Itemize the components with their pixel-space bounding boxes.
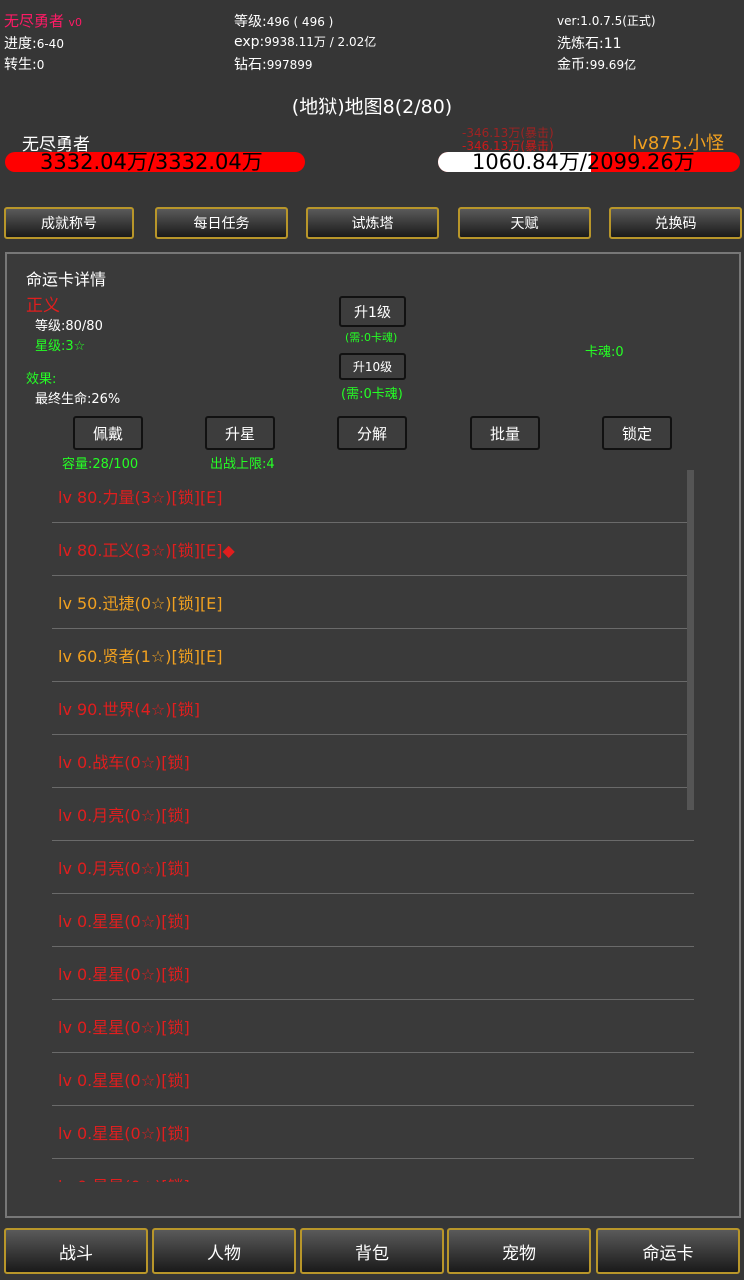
batch-button[interactable]: 批量 bbox=[470, 416, 540, 450]
card-list-item[interactable]: lv 0.月亮(0☆)[锁] bbox=[52, 788, 694, 841]
diamond-stat: 钻石:997899 bbox=[234, 54, 313, 74]
trial-tower-button[interactable]: 试炼塔 bbox=[306, 207, 439, 239]
card-list-item-label: lv 80.正义(3☆)[锁][E]◆ bbox=[58, 541, 235, 560]
exp-stat: exp:9938.11万 / 2.02亿 bbox=[234, 33, 376, 50]
card-list-item[interactable]: lv 80.正义(3☆)[锁][E]◆ bbox=[52, 523, 694, 576]
progress-stat: 进度:6-40 bbox=[4, 33, 64, 53]
card-list-item-label: lv 0.星星(0☆)[锁] bbox=[58, 1173, 190, 1182]
card-list-item-label: lv 50.迅捷(0☆)[锁][E] bbox=[58, 594, 223, 613]
enemy-hp-text: 1060.84万/2099.26万 bbox=[472, 150, 695, 174]
card-list-item-label: lv 0.战车(0☆)[锁] bbox=[58, 753, 190, 772]
list-scrollbar[interactable] bbox=[687, 470, 694, 810]
card-list-item-label: lv 0.月亮(0☆)[锁] bbox=[58, 806, 190, 825]
card-list-item[interactable]: lv 0.星星(0☆)[锁] bbox=[52, 1053, 694, 1106]
card-list-item-label: lv 0.星星(0☆)[锁] bbox=[58, 1071, 190, 1090]
card-list-item[interactable]: lv 50.迅捷(0☆)[锁][E] bbox=[52, 576, 694, 629]
card-soul: 卡魂:0 bbox=[585, 345, 624, 360]
diamond-value: 997899 bbox=[266, 58, 313, 72]
vip-badge: v0 bbox=[68, 16, 82, 29]
card-list-item-label: lv 80.力量(3☆)[锁][E] bbox=[58, 488, 223, 507]
achievement-title-button[interactable]: 成就称号 bbox=[4, 207, 134, 239]
lock-button[interactable]: 锁定 bbox=[602, 416, 672, 450]
redeem-code-button[interactable]: 兑换码 bbox=[609, 207, 742, 239]
card-name: 正义 bbox=[26, 296, 60, 316]
card-list-item[interactable]: lv 80.力量(3☆)[锁][E] bbox=[52, 470, 694, 523]
hero-name-text: 无尽勇者 bbox=[4, 12, 65, 30]
upgrade-10-cost: (需:0卡魂) bbox=[341, 387, 403, 402]
enemy-hp-current: 1060.84万 bbox=[472, 150, 580, 174]
card-detail-title: 命运卡详情 bbox=[26, 270, 107, 289]
exp-value: 9938.11万 / 2.02亿 bbox=[264, 35, 377, 49]
card-list-item-label: lv 0.星星(0☆)[锁] bbox=[58, 1124, 190, 1143]
nav-pet[interactable]: 宠物 bbox=[447, 1228, 591, 1274]
card-level: 等级:80/80 bbox=[35, 319, 103, 334]
progress-label: 进度: bbox=[4, 36, 37, 52]
level-stat: 等级:496 ( 496 ) bbox=[234, 11, 333, 31]
effect-label: 效果: bbox=[26, 372, 57, 387]
card-list[interactable]: lv 80.力量(3☆)[锁][E] lv 80.正义(3☆)[锁][E]◆ lv … bbox=[52, 470, 694, 1182]
version-label: ver:1.0.7.5(正式) bbox=[557, 14, 656, 28]
card-list-item[interactable]: lv 0.星星(0☆)[锁] bbox=[52, 1106, 694, 1159]
nav-inventory[interactable]: 背包 bbox=[300, 1228, 444, 1274]
player-hp-text: 3332.04万/3332.04万 bbox=[40, 150, 263, 174]
card-list-item[interactable]: lv 0.星星(0☆)[锁] bbox=[52, 1000, 694, 1053]
upgrade-10-button[interactable]: 升10级 bbox=[339, 353, 406, 380]
upgrade-1-button[interactable]: 升1级 bbox=[339, 296, 406, 327]
card-list-item[interactable]: lv 0.战车(0☆)[锁] bbox=[52, 735, 694, 788]
nav-battle[interactable]: 战斗 bbox=[4, 1228, 148, 1274]
level-label: 等级: bbox=[234, 14, 267, 30]
card-list-item-label: lv 0.星星(0☆)[锁] bbox=[58, 912, 190, 931]
nav-fate-card[interactable]: 命运卡 bbox=[596, 1228, 740, 1274]
wash-stone-stat: 洗炼石:11 bbox=[557, 36, 622, 52]
card-list-item-label: lv 90.世界(4☆)[锁] bbox=[58, 700, 200, 719]
daily-task-button[interactable]: 每日任务 bbox=[155, 207, 288, 239]
card-list-item[interactable]: lv 0.星星(0☆)[锁] bbox=[52, 1159, 694, 1182]
exp-label: exp: bbox=[234, 34, 265, 50]
nav-character[interactable]: 人物 bbox=[152, 1228, 296, 1274]
upgrade-1-cost: (需:0卡魂) bbox=[345, 331, 398, 344]
card-stars: 星级:3☆ bbox=[35, 339, 86, 354]
hero-name: 无尽勇者 v0 bbox=[4, 10, 82, 31]
card-list-item[interactable]: lv 90.世界(4☆)[锁] bbox=[52, 682, 694, 735]
rebirth-value: 0 bbox=[36, 58, 45, 72]
equip-button[interactable]: 佩戴 bbox=[73, 416, 143, 450]
card-list-item[interactable]: lv 0.月亮(0☆)[锁] bbox=[52, 841, 694, 894]
star-up-button[interactable]: 升星 bbox=[205, 416, 275, 450]
card-list-item[interactable]: lv 0.星星(0☆)[锁] bbox=[52, 894, 694, 947]
card-list-item-label: lv 0.月亮(0☆)[锁] bbox=[58, 859, 190, 878]
enemy-hp-max: 2099.26万 bbox=[586, 150, 695, 174]
card-list-item-label: lv 0.星星(0☆)[锁] bbox=[58, 965, 190, 984]
rebirth-label: 转生: bbox=[4, 57, 37, 73]
card-list-item[interactable]: lv 60.贤者(1☆)[锁][E] bbox=[52, 629, 694, 682]
level-value: 496 ( 496 ) bbox=[266, 15, 334, 29]
map-title: (地狱)地图8(2/80) bbox=[291, 96, 453, 118]
diamond-label: 钻石: bbox=[234, 57, 267, 73]
gold-label: 金币: bbox=[557, 57, 590, 73]
card-list-item-label: lv 60.贤者(1☆)[锁][E] bbox=[58, 647, 223, 666]
card-list-item[interactable]: lv 0.星星(0☆)[锁] bbox=[52, 947, 694, 1000]
enemy-hp-sep: / bbox=[579, 150, 587, 174]
decompose-button[interactable]: 分解 bbox=[337, 416, 407, 450]
effect-value: 最终生命:26% bbox=[35, 392, 121, 407]
card-list-item-label: lv 0.星星(0☆)[锁] bbox=[58, 1018, 190, 1037]
talent-button[interactable]: 天赋 bbox=[458, 207, 591, 239]
rebirth-stat: 转生:0 bbox=[4, 54, 44, 74]
gold-value: 99.69亿 bbox=[589, 58, 637, 72]
gold-stat: 金币:99.69亿 bbox=[557, 54, 636, 74]
progress-value: 6-40 bbox=[36, 37, 64, 51]
